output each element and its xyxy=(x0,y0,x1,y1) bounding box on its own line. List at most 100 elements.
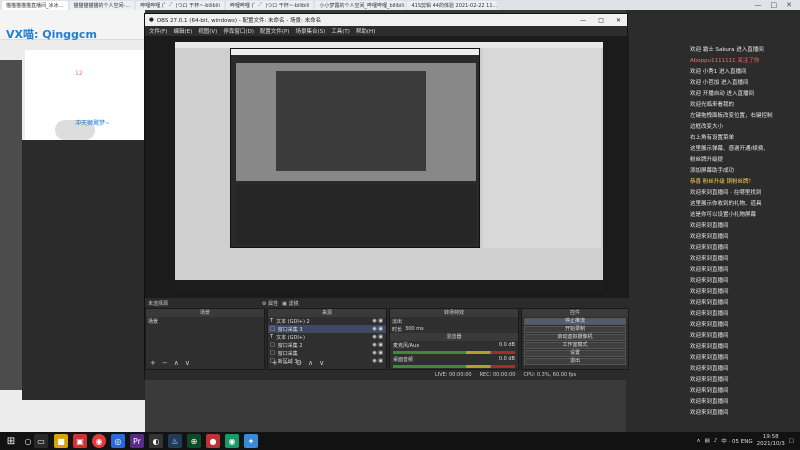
obs-menu-item[interactable]: 场景集合(S) xyxy=(295,27,325,35)
chat-message-text: 欢迎来到直播间 xyxy=(690,410,729,416)
tray-arrow-icon[interactable]: ∧ xyxy=(697,438,701,444)
obs-minimize-icon[interactable]: — xyxy=(580,17,586,24)
obs-menu-item[interactable]: 配置文件(P) xyxy=(260,27,290,35)
app-icon-a[interactable]: ● xyxy=(206,434,220,448)
obs-menu-item[interactable]: 帮助(H) xyxy=(356,27,375,35)
move-down-icon[interactable]: ∨ xyxy=(319,359,324,367)
app-red-icon[interactable]: ▣ xyxy=(73,434,87,448)
duration-field[interactable]: 时长 300 ms xyxy=(390,325,518,333)
browser-tab[interactable]: 猫猫猫猫猫的个人空间-… xyxy=(69,0,135,10)
notification-icon[interactable]: ▢ xyxy=(789,438,794,444)
chat-message: 欢迎来到直播间 xyxy=(690,298,800,309)
chat-message-text: 欢迎来到直播间 xyxy=(690,234,729,240)
control-button[interactable]: 开始录制 xyxy=(524,326,626,333)
source-settings-icon[interactable]: ⚙ xyxy=(296,359,302,367)
browser-tab[interactable]: 小小梦露的个人空间_哔哩哔哩_bilibili xyxy=(315,0,406,10)
chat-message: 欢迎来到直播间 xyxy=(690,287,800,298)
remove-scene-icon[interactable]: − xyxy=(162,359,168,367)
browser-tab[interactable]: 哔哩哔哩 (゜-゜)つロ 干杯~-bilibili xyxy=(136,0,224,10)
obs-preview[interactable] xyxy=(145,36,629,298)
chat-message: 欢迎 霜士 Sakura 进入直播间 xyxy=(690,45,800,56)
chat-message-text: 欢迎 小秀1 进入直播间 xyxy=(690,69,747,75)
source-item[interactable]: T 文本 (GDI+) 2 ◉ ▣ xyxy=(268,317,386,325)
chat-message-text: 欢迎来到直播间 xyxy=(690,267,729,273)
visibility-icon[interactable]: ◉ ▣ xyxy=(372,342,386,348)
source-item[interactable]: □ 窗口采集 ◉ ▣ xyxy=(268,349,386,357)
chat-message-text: 欢迎来到直播间 xyxy=(690,278,729,284)
source-label: 窗口采集 xyxy=(277,350,298,357)
add-scene-icon[interactable]: + xyxy=(150,359,156,367)
transition-mode: 淡出 xyxy=(392,318,403,325)
obs-maximize-icon[interactable]: □ xyxy=(598,17,604,24)
properties-button[interactable]: ⚙ 属性 xyxy=(262,300,278,307)
browser-tab[interactable]: 哔哩哔哩 (゜-゜)つロ 干杯~-bilibili xyxy=(225,0,314,10)
obs-menu-item[interactable]: 视图(V) xyxy=(198,27,217,35)
transitions-dock-title: 转场特效 xyxy=(390,309,518,317)
visibility-icon[interactable]: ◉ ▣ xyxy=(372,334,386,340)
filters-button[interactable]: ▣ 滤镜 xyxy=(282,300,298,307)
browser-tab[interactable]: 41S剪辑 44的体验 2021-02-22 11... xyxy=(407,0,498,10)
obs-menu-item[interactable]: 工具(T) xyxy=(331,27,350,35)
move-up-icon[interactable]: ∧ xyxy=(308,359,313,367)
nested-obs-window xyxy=(230,48,480,248)
system-tray: ∧ ▤ ♪ 中 · 05 ENG 19:58 2021/10/3 ▢ xyxy=(697,434,800,448)
premiere-icon[interactable]: Pr xyxy=(130,434,144,448)
volume-meter[interactable] xyxy=(393,351,515,354)
browser-icon[interactable]: ◎ xyxy=(111,434,125,448)
chat-message: Aboppu1111111 关注了你 xyxy=(690,56,800,67)
chat-message-text: 这里展示弹幕、感谢开通/续费、 xyxy=(690,146,769,152)
chat-message-text: 欢迎来到直播间 xyxy=(690,333,729,339)
obs-taskbar-icon[interactable]: ◐ xyxy=(149,434,163,448)
steam-icon[interactable]: ♨ xyxy=(168,434,182,448)
transition-select[interactable]: 淡出 xyxy=(390,317,518,325)
minimize-icon[interactable]: — xyxy=(755,1,762,9)
nested-obs-preview xyxy=(236,63,476,181)
network-icon[interactable]: ▤ xyxy=(705,438,710,444)
obs-close-icon[interactable]: ✕ xyxy=(616,17,621,24)
source-item[interactable]: □ 窗口采集 2 ◉ ▣ xyxy=(268,341,386,349)
obs-menu-item[interactable]: 文件(F) xyxy=(149,27,167,35)
browser-tab[interactable]: 猫猫猫猫猫直播间_冰冰… xyxy=(2,0,68,10)
input-lang[interactable]: 中 · 05 ENG xyxy=(721,437,752,445)
obs-menu-item[interactable]: 编辑(E) xyxy=(173,27,192,35)
remove-source-icon[interactable]: − xyxy=(284,359,290,367)
chat-message: 欢迎 开播自动 进入直播间 xyxy=(690,89,800,100)
control-button[interactable]: 停止推流 xyxy=(524,318,626,325)
obs-menu-item[interactable]: 停靠窗口(D) xyxy=(223,27,254,35)
chat-message-text: 欢迎来到直播间 xyxy=(690,223,729,229)
control-button[interactable]: 启动虚拟摄像机 xyxy=(524,334,626,341)
volume-meter[interactable] xyxy=(393,365,515,368)
chat-message: 这是你可以设置小礼物屏幕 xyxy=(690,210,800,221)
move-up-icon[interactable]: ∧ xyxy=(174,359,179,367)
app-icon-c[interactable]: ✦ xyxy=(244,434,258,448)
windows-start-icon[interactable]: ⊞ xyxy=(0,432,22,450)
netease-music-icon[interactable]: ◉ xyxy=(92,434,106,448)
game-icon[interactable]: ⊕ xyxy=(187,434,201,448)
visibility-icon[interactable]: ◉ ▣ xyxy=(372,318,386,324)
add-source-icon[interactable]: + xyxy=(272,359,278,367)
task-view-icon[interactable]: ▭ xyxy=(34,434,48,448)
move-down-icon[interactable]: ∨ xyxy=(185,359,190,367)
scenes-dock: 场景 场景 + − ∧ ∨ xyxy=(145,308,265,370)
maximize-icon[interactable]: □ xyxy=(771,1,778,9)
search-icon[interactable]: ○ xyxy=(22,432,34,450)
volume-icon[interactable]: ♪ xyxy=(714,438,718,444)
control-button[interactable]: 退出 xyxy=(524,358,626,365)
sources-toolbar: + − ⚙ ∧ ∨ xyxy=(272,359,324,367)
source-item[interactable]: □ 窗口采集 3 ◉ ▣ xyxy=(268,325,386,333)
streamer-name[interactable]: 冲天狮鹫梦~ xyxy=(75,118,110,127)
visibility-icon[interactable]: ◉ ▣ xyxy=(372,350,386,356)
control-button[interactable]: 设置 xyxy=(524,350,626,357)
visibility-icon[interactable]: ◉ ▣ xyxy=(372,358,386,364)
nested-obs-docks xyxy=(236,184,476,244)
file-explorer-icon[interactable]: ■ xyxy=(54,434,68,448)
visibility-icon[interactable]: ◉ ▣ xyxy=(372,326,386,332)
app-icon-b[interactable]: ◉ xyxy=(225,434,239,448)
source-item[interactable]: T 文本 (GDI+) ◉ ▣ xyxy=(268,333,386,341)
close-icon[interactable]: ✕ xyxy=(786,1,792,9)
clock[interactable]: 19:58 2021/10/3 xyxy=(757,434,785,448)
control-button[interactable]: 工作室模式 xyxy=(524,342,626,349)
profile-stat: 12 xyxy=(75,70,83,77)
chat-message-text: 边框改变大小 xyxy=(690,124,724,130)
scene-item[interactable]: 场景 xyxy=(146,317,264,325)
